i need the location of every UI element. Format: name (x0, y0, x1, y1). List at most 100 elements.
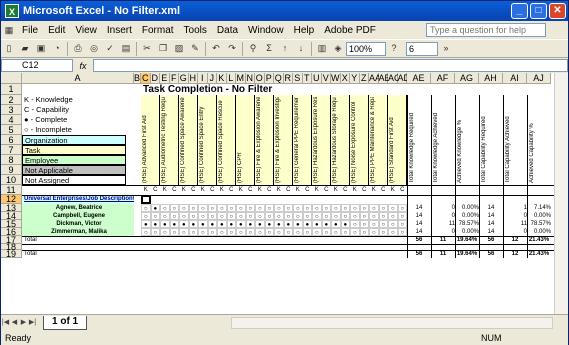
status-dot[interactable]: ○ (321, 228, 331, 236)
status-dot[interactable]: ○ (302, 204, 312, 212)
status-dot[interactable]: ○ (378, 212, 388, 220)
status-dot[interactable]: ○ (169, 228, 179, 236)
status-dot[interactable]: ○ (141, 228, 151, 236)
toolbar-options-icon[interactable]: » (439, 42, 453, 55)
summary-value[interactable]: 11 (431, 220, 455, 228)
select-all-corner[interactable] (1, 73, 22, 84)
menu-help[interactable]: Help (289, 25, 320, 36)
formula-input[interactable] (93, 59, 568, 72)
permission-icon[interactable]: ◔ (50, 42, 64, 55)
column-header[interactable]: T (302, 73, 312, 84)
status-dot[interactable]: ○ (359, 212, 369, 220)
column-header[interactable]: Y (350, 73, 360, 84)
kc-cell[interactable]: K (255, 185, 265, 195)
status-dot[interactable]: ○ (217, 212, 227, 220)
status-dot[interactable]: ○ (340, 204, 350, 212)
kc-cell[interactable]: K (331, 185, 341, 195)
grand-total-value[interactable]: 56 (407, 250, 431, 258)
kc-cell[interactable]: C (189, 185, 199, 195)
color-legend-item[interactable]: Employee (22, 155, 126, 165)
status-dot[interactable]: ● (169, 220, 179, 228)
status-dot[interactable]: ● (207, 220, 217, 228)
menu-data[interactable]: Data (212, 25, 243, 36)
column-header[interactable]: X (340, 73, 350, 84)
legend-item[interactable]: K - Knowledge (22, 95, 134, 105)
kc-cell[interactable]: K (293, 185, 303, 195)
summary-value[interactable]: 14 (479, 220, 503, 228)
status-dot[interactable]: ○ (217, 204, 227, 212)
status-dot[interactable]: ○ (141, 212, 151, 220)
kc-cell[interactable]: C (360, 185, 370, 195)
kc-cell[interactable]: C (303, 185, 313, 195)
status-dot[interactable]: ○ (226, 212, 236, 220)
minimize-button[interactable]: _ (511, 3, 528, 19)
row-header[interactable]: 4 (1, 115, 22, 125)
new-icon[interactable]: ▯ (2, 42, 16, 55)
kc-cell[interactable]: C (208, 185, 218, 195)
menu-adobe-pdf[interactable]: Adobe PDF (319, 25, 381, 36)
row-header[interactable]: 1 (1, 84, 22, 95)
status-dot[interactable]: ○ (198, 212, 208, 220)
status-dot[interactable]: ● (274, 220, 284, 228)
column-header[interactable]: J (207, 73, 217, 84)
paste-icon[interactable]: ▨ (172, 42, 186, 55)
employee-name[interactable]: Zimmerman, Malika (22, 228, 134, 236)
active-cell[interactable] (141, 195, 151, 204)
status-dot[interactable]: ○ (350, 212, 360, 220)
status-dot[interactable]: ○ (283, 204, 293, 212)
kc-cell[interactable]: K (217, 185, 227, 195)
total-value[interactable]: 21.43% (527, 236, 551, 244)
row-header[interactable]: 8 (1, 155, 22, 165)
status-dot[interactable]: ○ (283, 212, 293, 220)
hyperlink-icon[interactable]: ⚲ (246, 42, 260, 55)
menu-file[interactable]: File (17, 25, 43, 36)
status-dot[interactable]: ○ (160, 204, 170, 212)
summary-value[interactable]: 0.00% (455, 204, 479, 212)
status-dot[interactable]: ○ (264, 212, 274, 220)
color-legend-item[interactable]: Not Applicable (22, 165, 126, 175)
column-header[interactable]: W (331, 73, 341, 84)
status-dot[interactable]: ○ (245, 212, 255, 220)
status-dot[interactable]: ● (245, 220, 255, 228)
row-header[interactable]: 10 (1, 175, 22, 185)
summary-value[interactable]: 1 (503, 204, 527, 212)
org-label[interactable]: Universal Enterprises\Job Description\Op… (22, 195, 134, 204)
summary-value[interactable]: 0.00% (455, 228, 479, 236)
status-dot[interactable]: ○ (397, 212, 407, 220)
close-button[interactable]: ✕ (549, 3, 566, 19)
column-header[interactable]: Q (274, 73, 284, 84)
column-header[interactable]: C (141, 73, 151, 84)
row-header[interactable]: 7 (1, 145, 22, 155)
summary-value[interactable]: 14 (407, 204, 431, 212)
kc-cell[interactable]: C (341, 185, 351, 195)
status-dot[interactable]: ● (179, 220, 189, 228)
status-dot[interactable]: ○ (369, 212, 379, 220)
status-dot[interactable]: ○ (207, 228, 217, 236)
status-dot[interactable]: ● (160, 220, 170, 228)
status-dot[interactable]: ○ (150, 212, 160, 220)
status-dot[interactable]: ○ (359, 220, 369, 228)
status-dot[interactable]: ○ (331, 212, 341, 220)
next-sheet-icon[interactable]: ▶ (19, 318, 28, 328)
status-dot[interactable]: ○ (388, 204, 398, 212)
status-dot[interactable]: ○ (369, 228, 379, 236)
column-header[interactable]: F (169, 73, 179, 84)
summary-value[interactable]: 0 (431, 228, 455, 236)
column-header[interactable]: H (188, 73, 198, 84)
kc-cell[interactable]: C (322, 185, 332, 195)
column-header[interactable]: K (217, 73, 227, 84)
total-label[interactable]: Total (22, 236, 134, 244)
column-header[interactable]: M (236, 73, 246, 84)
help-icon[interactable]: ? (387, 42, 401, 55)
status-dot[interactable]: ○ (312, 204, 322, 212)
status-dot[interactable]: ○ (188, 212, 198, 220)
status-dot[interactable]: ○ (359, 228, 369, 236)
grand-total-value[interactable]: 12 (503, 250, 527, 258)
status-dot[interactable]: ○ (331, 228, 341, 236)
column-header[interactable]: AD (397, 73, 410, 84)
status-dot[interactable]: ○ (255, 212, 265, 220)
employee-name[interactable]: Agnew, Beatrice (22, 204, 134, 212)
kc-cell[interactable]: K (236, 185, 246, 195)
kc-cell[interactable]: C (246, 185, 256, 195)
zoom-select[interactable]: 100% (346, 41, 386, 56)
